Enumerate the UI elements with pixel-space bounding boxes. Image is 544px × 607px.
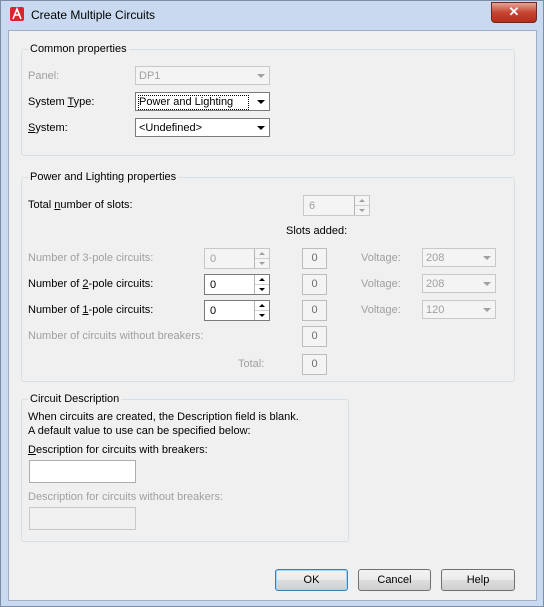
- power-lighting-label: Power and Lighting properties: [28, 171, 179, 183]
- total-label: Total:: [238, 358, 265, 370]
- chevron-down-icon: [483, 256, 491, 260]
- chevron-down-icon: [257, 74, 265, 78]
- spin-down-icon: [359, 209, 365, 212]
- close-button[interactable]: ✕: [491, 2, 537, 23]
- system-type-combo[interactable]: Power and Lighting: [135, 92, 270, 111]
- spin-down-icon: [259, 262, 265, 265]
- help-button[interactable]: Help: [441, 569, 515, 591]
- system-type-label: System Type:: [28, 96, 95, 108]
- panel-combo: DP1: [135, 66, 270, 85]
- spin-up-icon: [259, 304, 265, 307]
- one-pole-voltage-label: Voltage:: [361, 304, 401, 316]
- cancel-button[interactable]: Cancel: [358, 569, 431, 591]
- two-pole-voltage-label: Voltage:: [361, 278, 401, 290]
- system-combo[interactable]: <Undefined>: [135, 118, 270, 137]
- spin-down-icon: [259, 288, 265, 291]
- three-pole-voltage-label: Voltage:: [361, 252, 401, 264]
- no-breakers-label: Number of circuits without breakers:: [28, 330, 204, 342]
- one-pole-value[interactable]: 0: [210, 305, 216, 317]
- ok-button[interactable]: OK: [275, 569, 348, 591]
- slots-added-label: Slots added:: [286, 225, 348, 237]
- one-pole-slots-added: 0: [302, 300, 327, 321]
- description-info-line2: A default value to use can be specified …: [28, 425, 251, 437]
- total-slots-added: 0: [302, 354, 327, 375]
- no-breakers-slots: 0: [302, 326, 327, 347]
- three-pole-label: Number of 3-pole circuits:: [28, 252, 154, 264]
- close-icon: ✕: [508, 4, 520, 19]
- two-pole-voltage-value: 208: [426, 278, 445, 290]
- description-without-breakers-label: Description for circuits without breaker…: [28, 491, 224, 503]
- spin-up-icon: [359, 199, 365, 202]
- system-label: System:: [28, 122, 68, 134]
- three-pole-voltage-combo: 208: [422, 248, 496, 267]
- two-pole-slots-added: 0: [302, 274, 327, 295]
- one-pole-voltage-combo: 120: [422, 300, 496, 319]
- panel-value: DP1: [139, 70, 161, 82]
- two-pole-spinner[interactable]: 0: [204, 274, 270, 295]
- total-slots-value: 6: [309, 200, 316, 212]
- window-title: Create Multiple Circuits: [31, 8, 156, 22]
- one-pole-spinner[interactable]: 0: [204, 300, 270, 321]
- total-slots-label: Total number of slots:: [28, 199, 133, 211]
- system-type-value: Power and Lighting: [139, 96, 234, 108]
- spin-up-icon: [259, 252, 265, 255]
- title-bar[interactable]: Create Multiple Circuits ✕: [1, 1, 543, 29]
- chevron-down-icon: [483, 308, 491, 312]
- dialog-window: Create Multiple Circuits ✕ Common proper…: [0, 0, 544, 607]
- spin-down-button[interactable]: [255, 285, 269, 294]
- description-with-breakers-label: Description for circuits with breakers:: [28, 444, 208, 456]
- one-pole-voltage-value: 120: [426, 304, 445, 316]
- three-pole-voltage-value: 208: [426, 252, 445, 264]
- circuit-description-label: Circuit Description: [28, 393, 122, 405]
- spin-up-icon: [259, 278, 265, 281]
- spin-down-button[interactable]: [255, 311, 269, 320]
- autocad-app-icon: [10, 7, 24, 21]
- description-with-breakers-input[interactable]: [29, 460, 136, 483]
- chevron-down-icon: [483, 282, 491, 286]
- spin-down-icon: [259, 314, 265, 317]
- one-pole-label: Number of 1-pole circuits:: [28, 304, 154, 316]
- two-pole-label: Number of 2-pole circuits:: [28, 278, 154, 290]
- panel-label: Panel:: [28, 70, 60, 82]
- spin-up-button[interactable]: [255, 301, 269, 311]
- total-slots-spinner: 6: [303, 195, 370, 216]
- two-pole-value[interactable]: 0: [210, 279, 216, 291]
- description-info-line1: When circuits are created, the Descripti…: [28, 411, 299, 423]
- two-pole-voltage-combo: 208: [422, 274, 496, 293]
- common-properties-label: Common properties: [28, 43, 129, 55]
- three-pole-slots-added: 0: [302, 248, 327, 269]
- three-pole-value: 0: [210, 253, 217, 265]
- spin-up-button[interactable]: [255, 275, 269, 285]
- system-value: <Undefined>: [139, 122, 202, 134]
- description-without-breakers-input: [29, 507, 136, 530]
- dialog-client-area: Common properties Panel: DP1 System Type…: [8, 30, 537, 601]
- chevron-down-icon: [257, 100, 265, 104]
- three-pole-spinner: 0: [204, 248, 270, 269]
- chevron-down-icon: [257, 126, 265, 130]
